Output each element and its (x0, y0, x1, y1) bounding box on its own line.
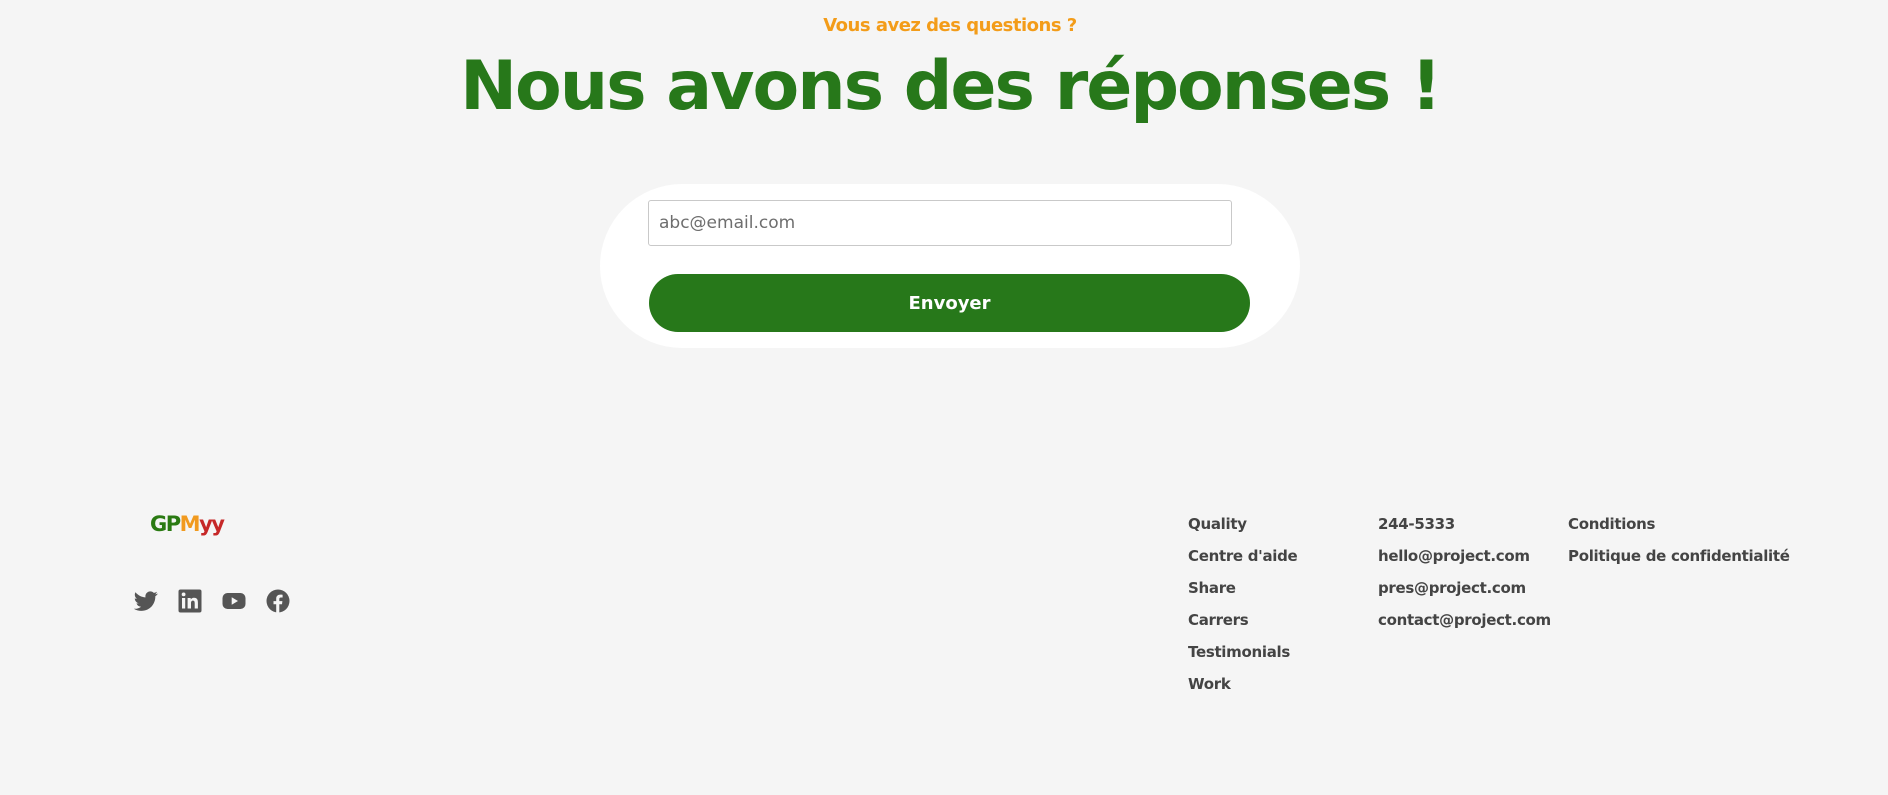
footer-link[interactable]: Testimonials (1188, 643, 1297, 675)
logo-letter: y (199, 512, 213, 536)
email-input[interactable] (648, 200, 1232, 246)
footer-link[interactable]: Carrers (1188, 611, 1297, 643)
contact-label: pres@project.com (1378, 579, 1526, 597)
footer-legal-column: Conditions Politique de confidentialité (1568, 515, 1790, 579)
logo-letter: G (150, 512, 167, 536)
footer-link-label: Work (1188, 675, 1231, 693)
contact-label: hello@project.com (1378, 547, 1530, 565)
newsletter-card: Envoyer (600, 184, 1300, 348)
logo[interactable]: GPMyy (150, 512, 225, 536)
linkedin-icon (178, 589, 202, 613)
footer-link-label: Testimonials (1188, 643, 1291, 661)
twitter-icon (134, 591, 158, 611)
youtube-icon (222, 593, 246, 609)
footer-contacts-column: 244-5333 hello@project.com pres@project.… (1378, 515, 1551, 643)
logo-letter: y (211, 512, 225, 536)
linkedin-link[interactable] (177, 588, 203, 614)
contact-email[interactable]: contact@project.com (1378, 611, 1551, 643)
footer-link-label: Share (1188, 579, 1236, 597)
footer-link-label: Centre d'aide (1188, 547, 1298, 565)
legal-link-label: Politique de confidentialité (1568, 547, 1790, 565)
phone-number[interactable]: 244-5333 (1378, 515, 1551, 547)
twitter-link[interactable] (133, 588, 159, 614)
logo-letter: P (165, 512, 181, 536)
hero-eyebrow: Vous avez des questions ? (823, 15, 1077, 36)
footer-link-label: Quality (1188, 515, 1247, 533)
terms-link[interactable]: Conditions (1568, 515, 1790, 547)
facebook-link[interactable] (265, 588, 291, 614)
facebook-icon (266, 589, 290, 613)
footer-links-column: Quality Centre d'aide Share Carrers Test… (1188, 515, 1298, 707)
contact-email[interactable]: hello@project.com (1378, 547, 1551, 579)
contact-label: contact@project.com (1378, 611, 1551, 629)
footer-link[interactable]: Share (1188, 579, 1297, 611)
contact-email[interactable]: pres@project.com (1378, 579, 1551, 611)
legal-link-label: Conditions (1568, 515, 1656, 533)
logo-letter: M (179, 512, 201, 536)
footer-link[interactable]: Centre d'aide (1188, 547, 1298, 579)
footer-link-label: Carrers (1188, 611, 1249, 629)
privacy-link[interactable]: Politique de confidentialité (1568, 547, 1790, 579)
footer-link[interactable]: Quality (1188, 515, 1297, 547)
footer-link[interactable]: Work (1188, 675, 1297, 707)
submit-button[interactable]: Envoyer (649, 274, 1250, 332)
youtube-link[interactable] (221, 588, 247, 614)
contact-label: 244-5333 (1378, 515, 1455, 533)
page-title: Nous avons des réponses ! (460, 47, 1442, 126)
